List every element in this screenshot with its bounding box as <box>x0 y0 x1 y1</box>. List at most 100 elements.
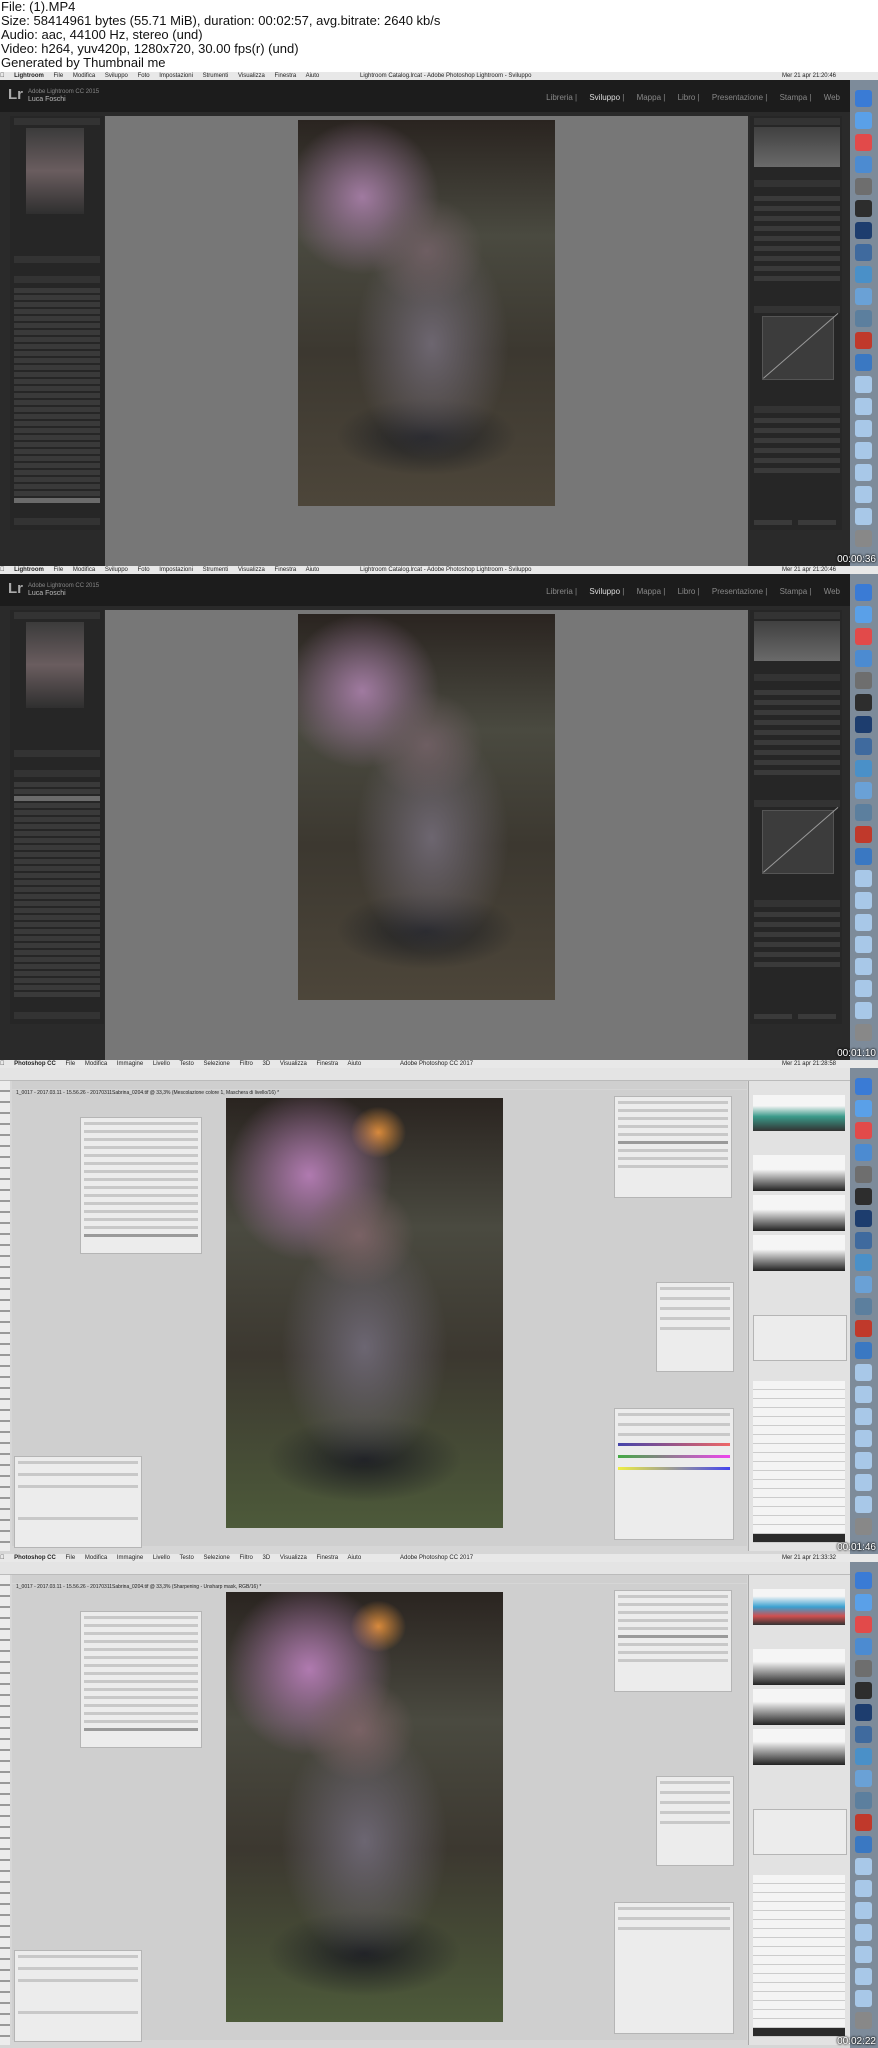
module-book[interactable]: Libro <box>678 587 696 596</box>
action-row-selected[interactable] <box>618 1141 728 1144</box>
basic-slider[interactable] <box>754 700 840 705</box>
basic-slider[interactable] <box>754 246 840 251</box>
module-book[interactable]: Libro <box>678 93 696 102</box>
trash-icon[interactable] <box>855 1518 872 1535</box>
folder-icon[interactable] <box>855 1496 872 1513</box>
app-icon[interactable] <box>855 1254 872 1271</box>
layer-row[interactable] <box>753 1435 845 1444</box>
tone-curve-graph[interactable] <box>762 313 839 380</box>
history-item[interactable] <box>14 295 100 300</box>
folder-icon[interactable] <box>855 1452 872 1469</box>
layer-row[interactable] <box>753 1453 845 1462</box>
history-row[interactable] <box>84 1146 198 1149</box>
history-header[interactable] <box>14 770 100 777</box>
history-row[interactable] <box>84 1640 198 1643</box>
folder-icon[interactable] <box>855 508 872 525</box>
navigator-header[interactable] <box>14 612 100 619</box>
layer-row[interactable] <box>753 1444 845 1453</box>
history-item[interactable] <box>14 908 100 913</box>
history-item[interactable] <box>14 803 100 808</box>
history-item[interactable] <box>14 852 100 857</box>
history-row[interactable] <box>84 1162 198 1165</box>
layer-row[interactable] <box>753 2019 845 2028</box>
app-icon[interactable] <box>855 760 872 777</box>
history-item[interactable] <box>14 880 100 885</box>
menu-view[interactable]: Visualizza <box>280 1061 307 1067</box>
lightroom-dock-icon[interactable] <box>855 1188 872 1205</box>
module-library[interactable]: Libreria <box>546 587 573 596</box>
history-row[interactable] <box>84 1178 198 1181</box>
app-icon[interactable] <box>855 1298 872 1315</box>
menu-develop[interactable]: Sviluppo <box>105 73 128 79</box>
app-icon[interactable] <box>855 782 872 799</box>
menu-photo[interactable]: Foto <box>138 567 150 573</box>
menu-image[interactable]: Immagine <box>117 1555 143 1561</box>
layer-background[interactable] <box>753 2028 845 2037</box>
layer-row[interactable] <box>753 1399 845 1408</box>
history-item[interactable] <box>14 323 100 328</box>
character-row[interactable] <box>660 1317 730 1320</box>
history-item[interactable] <box>14 859 100 864</box>
action-row[interactable] <box>618 1643 728 1646</box>
collections-header[interactable] <box>14 518 100 525</box>
history-row[interactable] <box>84 1624 198 1627</box>
portrait-photo[interactable] <box>226 1098 503 1528</box>
hsl-slider[interactable] <box>754 418 840 423</box>
history-item[interactable] <box>14 407 100 412</box>
menu-app[interactable]: Photoshop CC <box>14 1061 56 1067</box>
layer-row[interactable] <box>753 1525 845 1534</box>
history-item[interactable] <box>14 379 100 384</box>
history-row-selected[interactable] <box>84 1728 198 1731</box>
menu-image[interactable]: Immagine <box>117 1061 143 1067</box>
basic-slider[interactable] <box>754 196 840 201</box>
layer-row[interactable] <box>753 1381 845 1390</box>
character-row[interactable] <box>660 1811 730 1814</box>
history-row[interactable] <box>84 1720 198 1723</box>
layer-row[interactable] <box>753 1462 845 1471</box>
menu-file[interactable]: File <box>54 567 64 573</box>
layer-row[interactable] <box>753 1884 845 1893</box>
layer-row[interactable] <box>753 1516 845 1525</box>
history-item[interactable] <box>14 957 100 962</box>
history-item[interactable] <box>14 978 100 983</box>
menu-edit[interactable]: Modifica <box>73 73 95 79</box>
basic-header[interactable] <box>754 180 840 187</box>
history-row[interactable] <box>84 1688 198 1691</box>
app-icon[interactable] <box>855 1770 872 1787</box>
finder-icon[interactable] <box>855 90 872 107</box>
module-slideshow[interactable]: Presentazione <box>712 93 763 102</box>
history-item[interactable] <box>14 358 100 363</box>
history-item[interactable] <box>14 873 100 878</box>
mail-icon[interactable] <box>855 1726 872 1743</box>
history-item[interactable] <box>14 915 100 920</box>
navigator-header[interactable] <box>14 118 100 125</box>
basic-slider[interactable] <box>754 690 840 695</box>
basic-slider[interactable] <box>754 216 840 221</box>
basic-header[interactable] <box>754 674 840 681</box>
doc-tab[interactable]: 1_0017 - 2017.03.11 - 15.56.26 - 2017031… <box>12 1584 261 1590</box>
lightroom-dock-icon[interactable] <box>855 1682 872 1699</box>
history-item[interactable] <box>14 463 100 468</box>
hsl-slider[interactable] <box>754 428 840 433</box>
history-row[interactable] <box>84 1648 198 1651</box>
calendar-icon[interactable] <box>855 628 872 645</box>
apple-icon[interactable]:  <box>0 1061 5 1067</box>
folder-icon[interactable] <box>855 1364 872 1381</box>
menu-view[interactable]: Visualizza <box>280 1555 307 1561</box>
menu-app[interactable]: Lightroom <box>14 567 44 573</box>
layer-row[interactable] <box>753 2010 845 2019</box>
layer-row[interactable] <box>753 1911 845 1920</box>
settings-icon[interactable] <box>855 1166 872 1183</box>
finder-icon[interactable] <box>855 1572 872 1589</box>
history-item[interactable] <box>14 950 100 955</box>
layer-row[interactable] <box>753 1983 845 1992</box>
history-row[interactable] <box>84 1616 198 1619</box>
trash-icon[interactable] <box>855 530 872 547</box>
tone-curve-graph[interactable] <box>762 807 839 874</box>
history-item[interactable] <box>14 985 100 990</box>
hsl-slider[interactable] <box>754 458 840 463</box>
history-row[interactable] <box>84 1170 198 1173</box>
history-item[interactable] <box>14 442 100 447</box>
hsl-slider[interactable] <box>754 932 840 937</box>
history-row[interactable] <box>84 1632 198 1635</box>
